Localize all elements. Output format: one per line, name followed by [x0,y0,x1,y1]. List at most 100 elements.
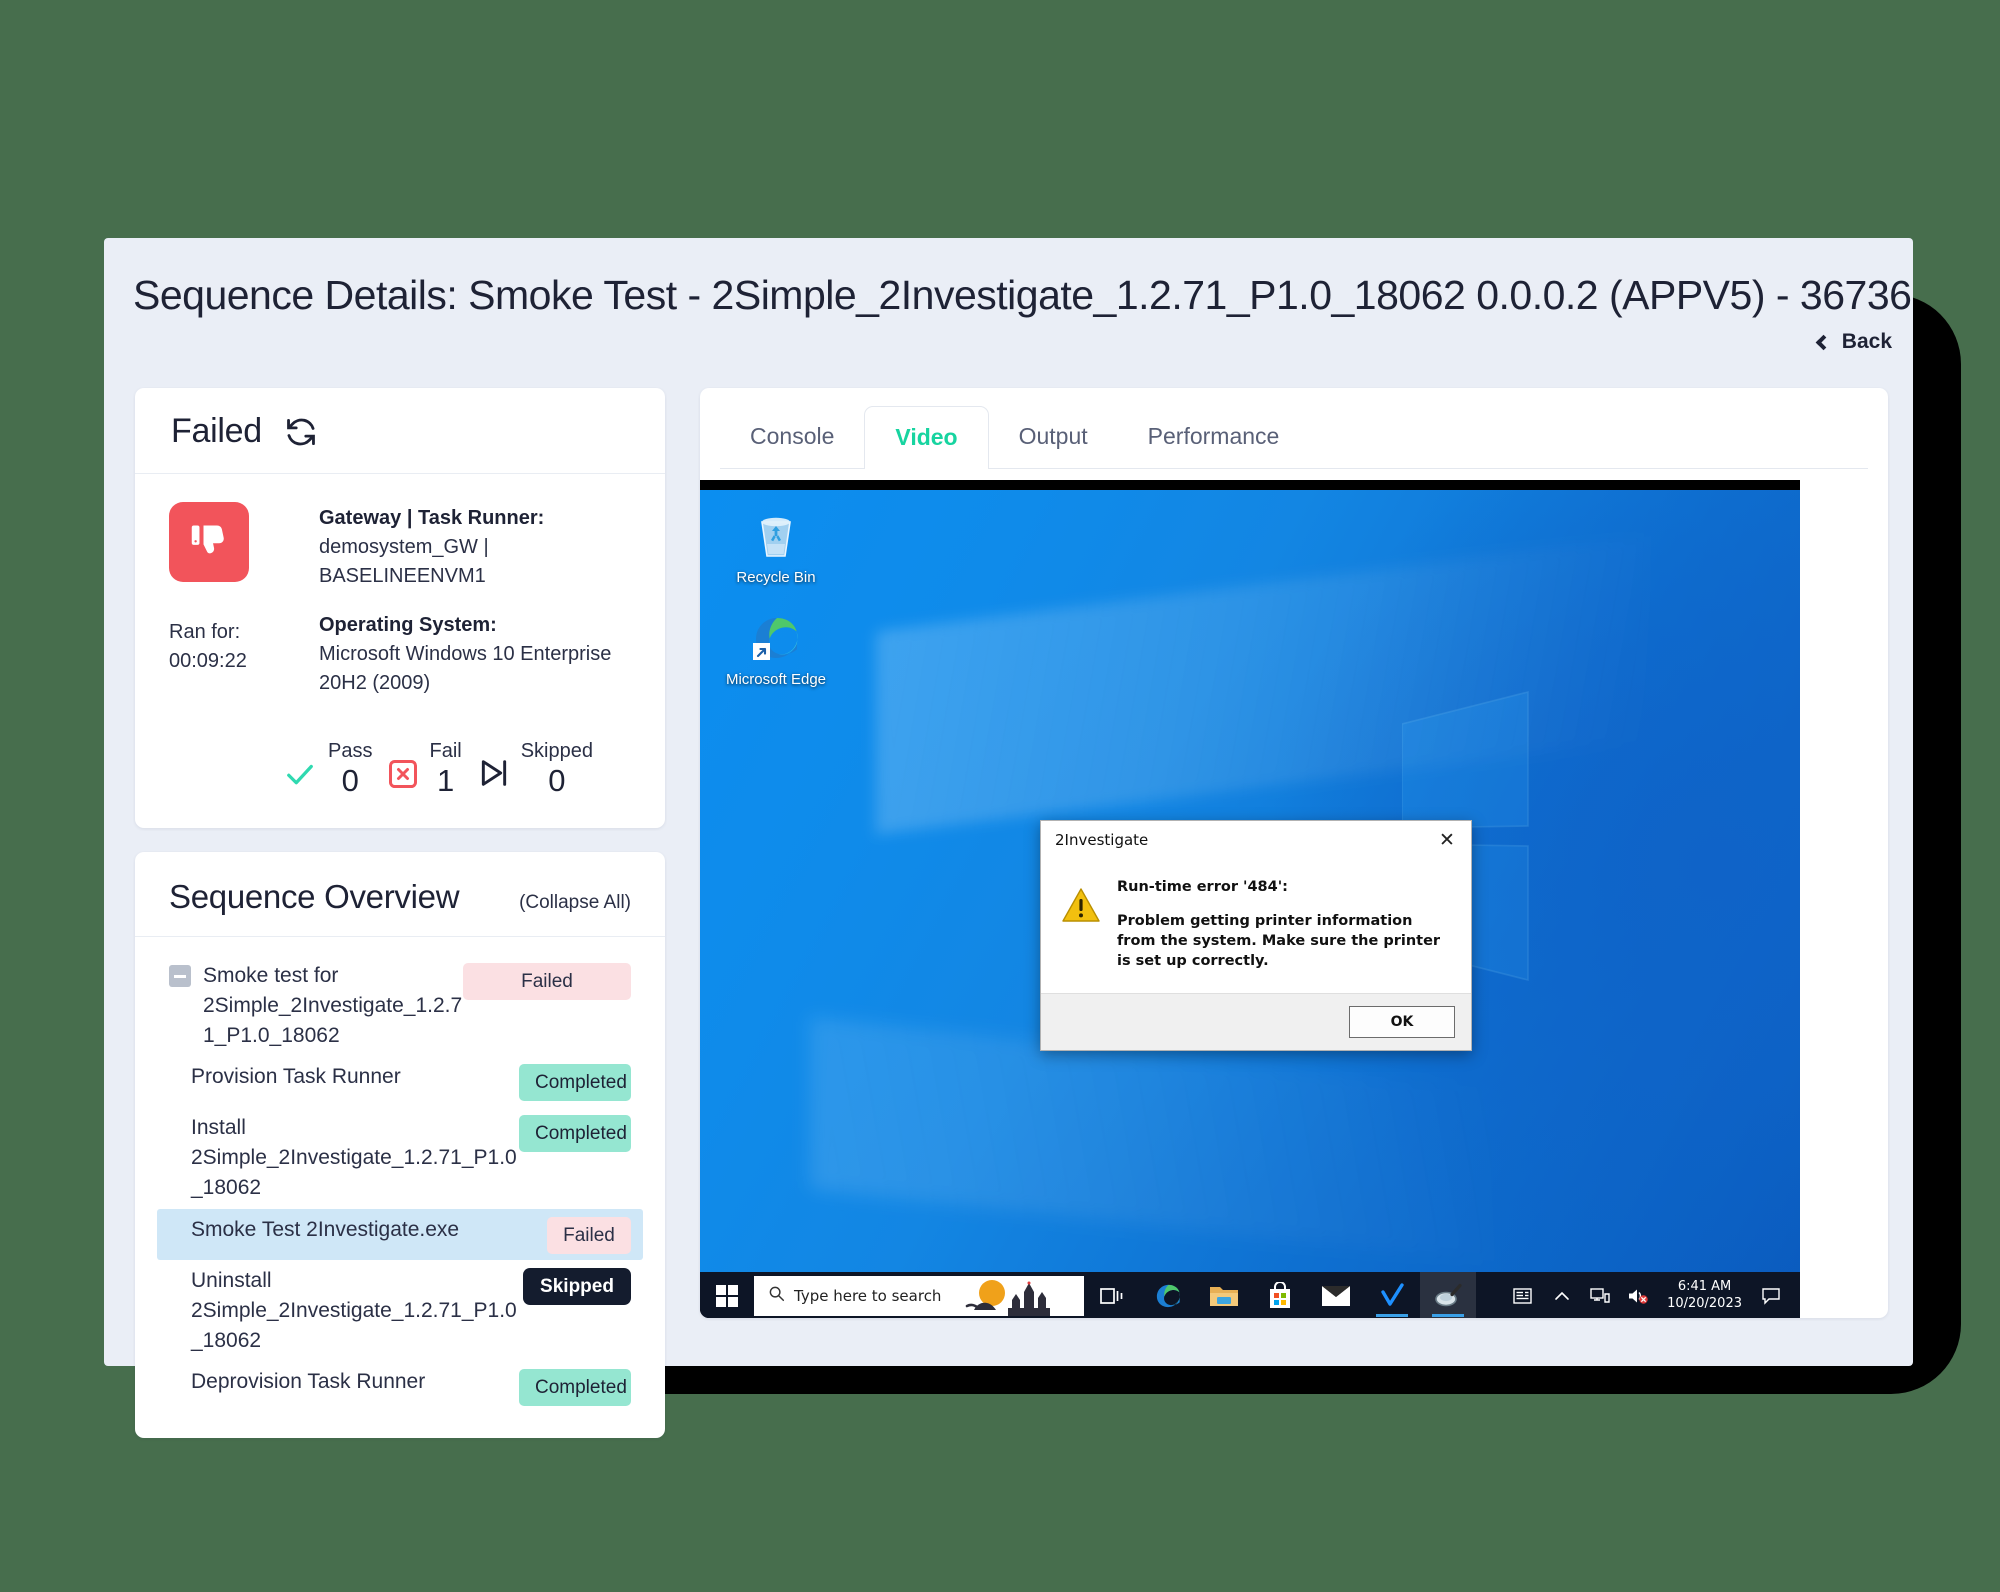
ran-for-value: 00:09:22 [169,650,247,672]
skip-forward-icon [478,757,510,794]
show-hidden-icons-chevron[interactable] [1545,1272,1579,1318]
close-icon[interactable]: ✕ [1427,823,1467,857]
tree-item-label: Uninstall 2Simple_2Investigate_1.2.71_P1… [191,1268,517,1352]
microsoft-edge-icon[interactable] [1140,1272,1196,1318]
dialog-title: 2Investigate [1055,831,1149,849]
check-icon [283,759,317,794]
desktop-icon-microsoft-edge[interactable]: Microsoft Edge [724,610,828,689]
gateway-label: Gateway | Task Runner: [319,507,545,529]
status-badge: Completed [519,1115,631,1153]
mail-icon[interactable] [1308,1272,1364,1318]
tab-video[interactable]: Video [864,406,989,469]
status-panel: Failed Ran for: 00:09:22 Gateway | Task … [135,388,665,828]
microsoft-store-icon[interactable] [1252,1272,1308,1318]
collapse-toggle-icon[interactable] [169,965,191,987]
search-input[interactable]: Type here to search [754,1276,1084,1316]
stat-fail: Fail 1 [388,740,462,798]
ok-button[interactable]: OK [1349,1006,1455,1038]
windows-start-icon[interactable] [700,1285,754,1307]
dialog-footer: OK [1041,993,1471,1050]
tree-item-label: Deprovision Task Runner [191,1370,426,1394]
table-row[interactable]: Smoke test for 2Simple_2Investigate_1.2.… [157,955,643,1056]
back-button-label: Back [1841,330,1892,353]
stat-pass-value: 0 [341,763,359,798]
table-row[interactable]: Uninstall 2Simple_2Investigate_1.2.71_P1… [157,1260,643,1361]
status-badge: Failed [547,1216,631,1254]
error-dialog[interactable]: 2Investigate ✕ Run-time error '484': Pro… [1040,820,1472,1051]
search-placeholder: Type here to search [794,1287,942,1305]
news-and-interests-icon[interactable] [1507,1272,1541,1318]
search-highlight-illustration [965,1280,1050,1316]
screenshot-root: Sequence Details: Smoke Test - 2Simple_2… [0,0,2000,1592]
result-badge-column: Ran for: 00:09:22 [169,502,289,718]
search-icon [768,1285,785,1307]
status-panel-body: Ran for: 00:09:22 Gateway | Task Runner:… [135,474,665,828]
table-row[interactable]: Install 2Simple_2Investigate_1.2.71_P1.0… [157,1107,643,1208]
status-badge: Failed [463,963,631,1000]
running-indicator [1432,1314,1464,1317]
microsoft-edge-icon [724,610,828,666]
chevron-left-icon [1815,334,1832,350]
tree-item-label: Provision Task Runner [191,1065,401,1089]
page-title: Sequence Details: Smoke Test - 2Simple_2… [133,272,1912,318]
desktop-icon-label: Microsoft Edge [725,671,827,688]
stat-skipped-value: 0 [548,763,566,798]
dialog-body: Run-time error '484': Problem getting pr… [1041,859,1471,993]
remote-desktop: Recycle Bin Microsoft Edge 2Investigate … [700,490,1800,1272]
dialog-message-line2: Problem getting printer information from… [1117,913,1441,969]
sequence-tree: Smoke test for 2Simple_2Investigate_1.2.… [135,937,665,1438]
network-icon[interactable] [1583,1272,1617,1318]
warning-triangle-icon [1061,885,1101,925]
running-indicator [1376,1314,1408,1317]
os-label: Operating System: [319,614,497,636]
tab-output[interactable]: Output [989,406,1118,469]
taskbar-time: 6:41 AM [1677,1279,1732,1295]
sequence-overview-panel: Sequence Overview (Collapse All) Smoke t… [135,852,665,1439]
table-row[interactable]: Deprovision Task Runner Completed [157,1361,643,1412]
stat-fail-caption: Fail [429,740,462,762]
checkmark-app-icon[interactable] [1364,1272,1420,1318]
stat-pass: Pass 0 [283,740,372,796]
stats-row: Pass 0 Fail 1 Skipped 0 [169,740,631,796]
tree-item-label: Smoke test for 2Simple_2Investigate_1.2.… [203,964,463,1047]
ran-for-label: Ran for: [169,621,241,643]
video-player[interactable]: Recycle Bin Microsoft Edge 2Investigate … [700,480,1800,1318]
desktop-icon-recycle-bin[interactable]: Recycle Bin [724,508,828,587]
detail-panel: Console Video Output Performance Recycle… [700,388,1888,1318]
recycle-bin-icon [724,508,828,564]
collapse-all-link[interactable]: (Collapse All) [519,892,631,914]
left-column: Failed Ran for: 00:09:22 Gateway | Task … [135,388,665,1439]
detail-tabs: Console Video Output Performance [700,388,1888,469]
status-badge: Completed [519,1064,631,1102]
run-status-text: Failed [171,412,262,450]
file-explorer-icon[interactable] [1196,1272,1252,1318]
status-panel-header: Failed [135,388,665,474]
system-tray: 6:41 AM 10/20/2023 [1507,1272,1800,1318]
status-badge: Completed [519,1369,631,1407]
stat-skipped-caption: Skipped [520,740,593,762]
stat-skipped: Skipped 0 [478,740,593,796]
dialog-title-bar: 2Investigate ✕ [1041,821,1471,859]
action-center-icon[interactable] [1754,1272,1788,1318]
tree-item-label: Install 2Simple_2Investigate_1.2.71_P1.0… [191,1116,517,1200]
tab-console[interactable]: Console [720,406,864,469]
desktop-icon-label: Recycle Bin [736,569,816,586]
tab-performance[interactable]: Performance [1118,406,1310,469]
windows-taskbar: Type here to search 6:41 AM 10/20/2023 [700,1272,1800,1318]
status-badge: Skipped [523,1267,631,1305]
sequence-overview-title: Sequence Overview [169,878,460,915]
stat-pass-caption: Pass [328,740,373,762]
thumbs-down-icon [169,502,249,582]
x-box-icon [388,759,418,794]
table-row[interactable]: Smoke Test 2Investigate.exe Failed [157,1208,643,1260]
volume-muted-icon[interactable] [1621,1272,1655,1318]
stat-fail-value: 1 [436,763,455,798]
wallpaper-beam-lower [810,1017,1492,1261]
2investigate-app-icon[interactable] [1420,1272,1476,1318]
taskbar-clock[interactable]: 6:41 AM 10/20/2023 [1659,1279,1750,1313]
table-row[interactable]: Provision Task Runner Completed [157,1056,643,1107]
video-top-bar [700,480,1800,490]
refresh-icon[interactable] [284,415,318,449]
task-view-icon[interactable] [1084,1272,1140,1318]
back-button[interactable]: Back [1815,330,1892,354]
